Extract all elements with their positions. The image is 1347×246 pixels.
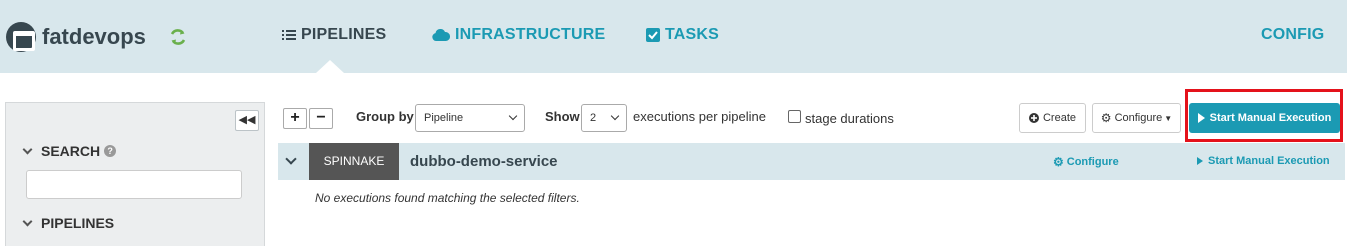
configure-dropdown-button[interactable]: ⚙ Configure ▼ [1092,103,1181,133]
gear-icon: ⚙ [1100,111,1112,125]
configure-button-label: Configure [1114,112,1163,124]
show-count-value: 2 [590,112,597,124]
expand-all-button[interactable]: + [283,108,307,129]
checkbox-icon [646,28,660,42]
pipeline-start-manual-execution-link[interactable]: Start Manual Execution [1197,155,1330,167]
nav-infrastructure-label: INFRASTRUCTURE [455,26,606,43]
cloud-icon [432,29,450,41]
search-input[interactable] [26,170,242,199]
stage-durations-checkbox[interactable] [788,110,801,123]
show-count-select[interactable]: 2 [581,104,627,132]
refresh-icon[interactable] [168,27,188,47]
chevron-down-icon [22,216,33,226]
group-by-value: Pipeline [424,112,464,124]
active-tab-indicator [316,60,344,73]
application-tag: SPINNAKE [309,143,399,180]
app-logo-icon [6,22,36,52]
brand[interactable]: fatdevops [6,22,146,52]
nav-pipelines-label: PIPELINES [301,26,387,43]
filter-sidebar: ◀◀ SEARCH ? PIPELINES [5,102,265,246]
show-label: Show [545,109,580,124]
pipelines-heading-label: PIPELINES [41,215,115,231]
collapse-all-button[interactable]: − [309,108,333,129]
stage-durations-label[interactable]: stage durations [805,111,894,126]
gear-icon: ⚙ [1053,155,1064,169]
plus-circle-icon [1028,113,1039,123]
help-icon[interactable]: ? [104,145,117,157]
nav-tasks-label: TASKS [665,26,720,43]
nav-config-label: CONFIG [1261,26,1325,43]
pipeline-configure-label: Configure [1066,156,1119,168]
pipelines-heading[interactable]: PIPELINES [22,215,114,231]
search-heading[interactable]: SEARCH ? [22,143,117,159]
nav-config[interactable]: CONFIG [1261,26,1324,44]
app-name[interactable]: fatdevops [42,24,146,50]
pipeline-configure-link[interactable]: ⚙ Configure [1053,155,1119,169]
group-by-label: Group by [356,109,414,124]
collapse-sidebar-button[interactable]: ◀◀ [235,110,259,131]
caret-down-icon: ▼ [1164,113,1173,123]
nav-pipelines[interactable]: PIPELINES [282,26,386,44]
nav-tasks[interactable]: TASKS [646,26,719,44]
create-button[interactable]: Create [1019,103,1086,133]
play-icon [1197,157,1203,165]
chevron-down-icon [610,111,620,121]
group-by-select[interactable]: Pipeline [415,104,525,132]
pipeline-group-header[interactable]: SPINNAKE dubbo-demo-service ⚙ Configure … [278,143,1345,180]
list-icon [282,30,296,40]
pipeline-start-manual-execution-label: Start Manual Execution [1208,155,1330,167]
top-navbar: fatdevops PIPELINES INFRASTRUCTURE TASKS… [0,0,1347,73]
chevron-down-icon [508,111,518,121]
empty-executions-message: No executions found matching the selecte… [315,191,580,205]
search-heading-label: SEARCH [41,143,101,159]
create-button-label: Create [1042,112,1077,124]
chevron-down-icon[interactable] [285,153,297,165]
executions-per-pipeline-label: executions per pipeline [633,109,766,124]
chevron-down-icon [22,144,33,154]
nav-infrastructure[interactable]: INFRASTRUCTURE [432,26,605,44]
pipeline-name: dubbo-demo-service [410,153,558,170]
highlight-box [1185,89,1343,142]
